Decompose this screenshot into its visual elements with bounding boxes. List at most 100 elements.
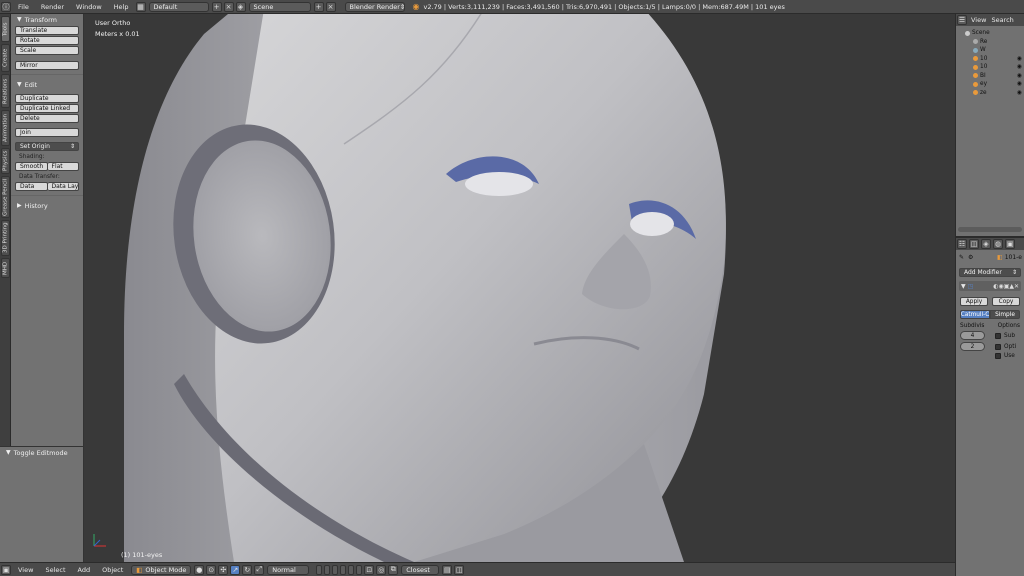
object-tab-icon[interactable]: ▣ bbox=[1005, 239, 1015, 249]
pin-icon[interactable]: ✎ bbox=[959, 254, 964, 261]
outliner-row[interactable]: ey ◉ bbox=[959, 80, 1024, 89]
tab-3d-printing[interactable]: 3D Printing bbox=[1, 220, 10, 256]
eye-icon[interactable]: ◉ bbox=[1017, 81, 1022, 87]
outliner-row[interactable]: BI ◉ bbox=[959, 72, 1024, 81]
transform-panel-header[interactable]: ▼ Transform bbox=[11, 14, 83, 25]
delete-button[interactable]: Delete bbox=[15, 114, 79, 123]
layout-icon[interactable]: ▦ bbox=[135, 1, 146, 12]
world-tab-icon[interactable]: ◍ bbox=[993, 239, 1003, 249]
render-levels-field[interactable]: 2 bbox=[960, 342, 985, 351]
layer-2[interactable] bbox=[324, 564, 331, 575]
tab-physics[interactable]: Physics bbox=[1, 148, 10, 174]
outliner-row[interactable]: Scene bbox=[959, 29, 1024, 38]
menu-view[interactable]: View bbox=[12, 566, 39, 574]
menu-render[interactable]: Render bbox=[35, 3, 70, 11]
set-origin-dropdown[interactable]: Set Origin ⇕ bbox=[15, 142, 79, 151]
flat-button[interactable]: Flat bbox=[47, 162, 79, 171]
layer-buttons[interactable] bbox=[315, 564, 363, 575]
menu-select[interactable]: Select bbox=[39, 566, 71, 574]
data-layout-button[interactable]: Data Layo bbox=[47, 182, 79, 191]
3d-viewport[interactable]: User Ortho Meters x 0.01 (1) 101-eyes bbox=[84, 14, 955, 562]
eye-icon[interactable]: ◉ bbox=[1017, 90, 1022, 96]
eye-icon[interactable]: ◉ bbox=[1017, 56, 1022, 62]
mode-selector[interactable]: ◧ Object Mode bbox=[131, 564, 192, 575]
orientation-selector[interactable]: Normal bbox=[267, 564, 310, 575]
layout-add-icon[interactable]: + bbox=[211, 1, 222, 12]
mirror-button[interactable]: Mirror bbox=[15, 61, 79, 70]
edit-panel-header[interactable]: ▼ Edit bbox=[11, 79, 83, 90]
scene-selector[interactable]: Scene bbox=[248, 1, 311, 12]
snap-icon[interactable]: ⧉ bbox=[388, 564, 399, 575]
layer-4[interactable] bbox=[340, 564, 347, 575]
layer-1[interactable] bbox=[316, 564, 323, 575]
scale-button[interactable]: Scale bbox=[15, 46, 79, 55]
scale-manipulator-icon[interactable]: ⤢ bbox=[254, 564, 265, 575]
catmull-clark-option[interactable]: Catmull-C bbox=[960, 310, 990, 319]
tab-animation[interactable]: Animation bbox=[1, 110, 10, 146]
copy-button[interactable]: Copy bbox=[992, 297, 1020, 306]
rotate-manipulator-icon[interactable]: ↻ bbox=[242, 564, 253, 575]
outliner-menu-view[interactable]: View bbox=[968, 16, 989, 24]
translate-manipulator-icon[interactable]: ↗ bbox=[230, 564, 241, 575]
menu-window[interactable]: Window bbox=[70, 3, 108, 11]
render-icon[interactable]: ▤ bbox=[442, 564, 453, 575]
rotate-button[interactable]: Rotate bbox=[15, 36, 79, 45]
layout-selector[interactable]: Default bbox=[148, 1, 209, 12]
operator-panel-header[interactable]: ▼ Toggle Editmode bbox=[0, 447, 83, 458]
manipulator-toggle-icon[interactable]: ✣ bbox=[218, 564, 229, 575]
eye-icon[interactable]: ◉ bbox=[1017, 73, 1022, 79]
outliner-row[interactable]: ze ◉ bbox=[959, 89, 1024, 98]
menu-add[interactable]: Add bbox=[72, 566, 97, 574]
duplicate-linked-button[interactable]: Duplicate Linked bbox=[15, 104, 79, 113]
layer-5[interactable] bbox=[348, 564, 355, 575]
editor-type-icon[interactable]: ▣ bbox=[1, 564, 11, 575]
outliner-scrollbar[interactable] bbox=[958, 227, 1022, 232]
layout-remove-icon[interactable]: × bbox=[223, 1, 234, 12]
subdivide-uvs-checkbox[interactable] bbox=[995, 332, 1001, 339]
pivot-point-icon[interactable]: ⊙ bbox=[206, 564, 217, 575]
properties-editor-icon[interactable]: ☷ bbox=[957, 239, 967, 249]
outliner-row[interactable]: Re bbox=[959, 38, 1024, 47]
menu-object[interactable]: Object bbox=[96, 566, 129, 574]
viewport-shading-icon[interactable]: ● bbox=[194, 564, 205, 575]
proportional-edit-icon[interactable]: ◎ bbox=[376, 564, 387, 575]
scene-icon[interactable]: ◈ bbox=[235, 1, 246, 12]
tab-mhd[interactable]: MHD bbox=[1, 258, 10, 278]
simple-option[interactable]: Simple bbox=[990, 310, 1020, 319]
scene-remove-icon[interactable]: × bbox=[325, 1, 336, 12]
history-panel-header[interactable]: ▶ History bbox=[11, 200, 83, 211]
expand-triangle-icon[interactable]: ▼ bbox=[961, 283, 966, 290]
outliner-row[interactable]: 10 ◉ bbox=[959, 55, 1024, 64]
use-opensubdiv-checkbox[interactable] bbox=[995, 353, 1001, 359]
tab-tools[interactable]: Tools bbox=[1, 16, 10, 42]
join-button[interactable]: Join bbox=[15, 128, 79, 137]
menu-file[interactable]: File bbox=[12, 3, 35, 11]
translate-button[interactable]: Translate bbox=[15, 26, 79, 35]
duplicate-button[interactable]: Duplicate bbox=[15, 94, 79, 103]
outliner-menu-search[interactable]: Search bbox=[989, 16, 1015, 24]
lock-icon[interactable]: ⊡ bbox=[364, 564, 375, 575]
outliner-row[interactable]: W bbox=[959, 46, 1024, 55]
tab-relations[interactable]: Relations bbox=[1, 74, 10, 108]
outliner-editor-icon[interactable]: ☰ bbox=[957, 15, 967, 25]
scene-add-icon[interactable]: + bbox=[313, 1, 324, 12]
data-button[interactable]: Data bbox=[15, 182, 48, 191]
menu-help[interactable]: Help bbox=[108, 3, 135, 11]
tab-create[interactable]: Create bbox=[1, 44, 10, 72]
scene-tab-icon[interactable]: ◈ bbox=[981, 239, 991, 249]
layer-3[interactable] bbox=[332, 564, 339, 575]
eye-icon[interactable]: ◉ bbox=[1017, 64, 1022, 70]
render-engine-selector[interactable]: Blender Render ⇕ bbox=[344, 1, 405, 12]
editor-type-icon[interactable]: ⓘ bbox=[1, 1, 11, 12]
apply-button[interactable]: Apply bbox=[960, 297, 988, 306]
layer-6[interactable] bbox=[356, 564, 363, 575]
snap-target-selector[interactable]: Closest bbox=[401, 564, 440, 575]
view-levels-field[interactable]: 4 bbox=[960, 331, 985, 340]
modifier-visibility-icons[interactable]: ◐◉▣▲✕ bbox=[993, 283, 1019, 290]
render-tab-icon[interactable]: ◫ bbox=[969, 239, 979, 249]
add-modifier-dropdown[interactable]: Add Modifier ⇕ bbox=[959, 268, 1021, 277]
camera-icon[interactable]: ◫ bbox=[454, 564, 465, 575]
optimal-display-checkbox[interactable] bbox=[995, 343, 1001, 350]
outliner-row[interactable]: 10 ◉ bbox=[959, 63, 1024, 72]
tab-grease-pencil[interactable]: Grease Pencil bbox=[1, 176, 10, 218]
